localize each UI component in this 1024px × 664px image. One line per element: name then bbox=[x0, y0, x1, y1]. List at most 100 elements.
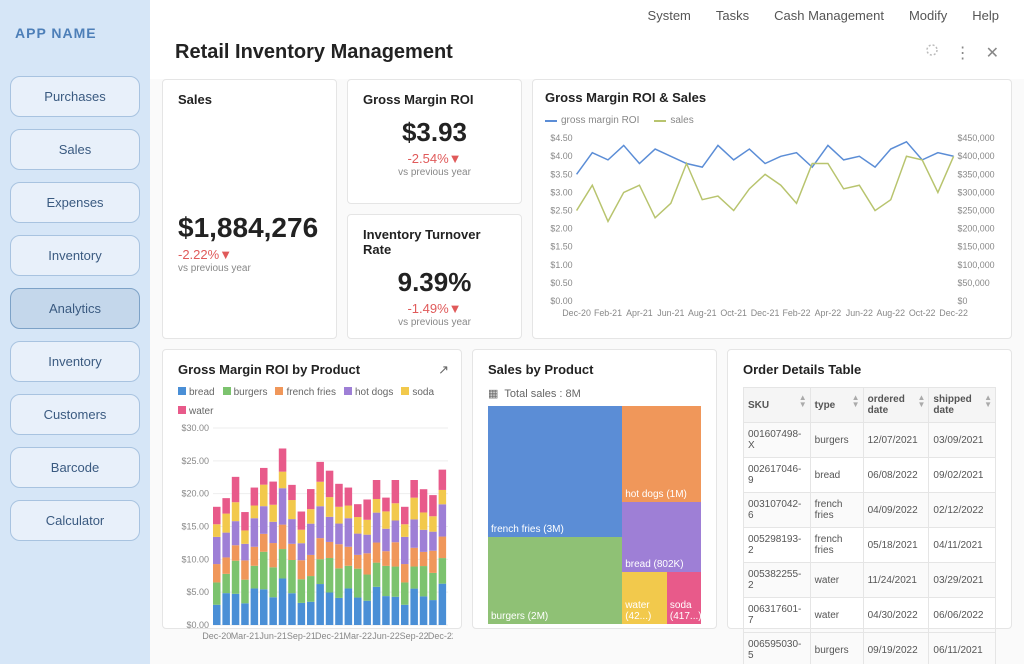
table-row[interactable]: 005382255-2water11/24/202103/29/2021 bbox=[744, 563, 996, 598]
kpi-sales-sub: vs previous year bbox=[178, 263, 321, 274]
table-row[interactable]: 003107042-6french fries04/09/202202/12/2… bbox=[744, 493, 996, 528]
topbar-modify[interactable]: Modify bbox=[909, 8, 947, 23]
svg-text:$5.00: $5.00 bbox=[186, 587, 209, 597]
kpi-gmroi-card: Gross Margin ROI $3.93 -2.54%▼ vs previo… bbox=[347, 79, 522, 204]
svg-text:$25.00: $25.00 bbox=[181, 456, 209, 466]
kpi-gmroi-delta: -2.54%▼ bbox=[363, 151, 506, 166]
svg-text:$15.00: $15.00 bbox=[181, 522, 209, 532]
gmroi-sales-chart: $0.00$0.50$1.00$1.50$2.00$2.50$3.00$3.50… bbox=[545, 132, 999, 322]
expand-icon[interactable]: ↗ bbox=[438, 362, 449, 378]
svg-text:Dec-21: Dec-21 bbox=[315, 631, 344, 641]
sidebar-item-expenses[interactable]: Expenses bbox=[10, 182, 140, 223]
svg-text:$20.00: $20.00 bbox=[181, 489, 209, 499]
table-row[interactable]: 006595030-5burgers09/19/202206/11/2021 bbox=[744, 633, 996, 664]
svg-text:Feb-21: Feb-21 bbox=[594, 308, 622, 318]
sidebar-item-analytics[interactable]: Analytics bbox=[10, 288, 140, 329]
svg-text:Jun-22: Jun-22 bbox=[846, 308, 873, 318]
svg-text:$4.50: $4.50 bbox=[550, 133, 572, 143]
order-details-card: Order Details Table SKU▲▼type▲▼ordered d… bbox=[727, 349, 1012, 629]
sidebar-item-barcode[interactable]: Barcode bbox=[10, 447, 140, 488]
col-ordered-date[interactable]: ordered date▲▼ bbox=[863, 388, 929, 423]
svg-text:Dec-20: Dec-20 bbox=[562, 308, 591, 318]
svg-text:Mar-22: Mar-22 bbox=[344, 631, 373, 641]
treemap-burgers[interactable]: burgers (2M) bbox=[488, 537, 622, 624]
kpi-sales-delta: -2.22%▼ bbox=[178, 247, 321, 262]
svg-text:$250,000: $250,000 bbox=[958, 206, 995, 216]
svg-text:$0.00: $0.00 bbox=[550, 296, 572, 306]
sidebar-item-sales[interactable]: Sales bbox=[10, 129, 140, 170]
col-type[interactable]: type▲▼ bbox=[810, 388, 863, 423]
legend-french-fries: french fries bbox=[275, 387, 335, 398]
header-actions: ⋮ ✕ bbox=[924, 42, 999, 63]
svg-text:$50,000: $50,000 bbox=[958, 278, 990, 288]
svg-text:Oct-22: Oct-22 bbox=[909, 308, 936, 318]
svg-text:Jun-21: Jun-21 bbox=[259, 631, 287, 641]
roi-bar-chart: $0.00 $5.00 $10.00 $15.00 $20.00 $25.00 $30.00… bbox=[178, 423, 453, 643]
svg-text:Sep-22: Sep-22 bbox=[400, 631, 429, 641]
svg-text:Mar-21: Mar-21 bbox=[231, 631, 260, 641]
table-row[interactable]: 005298193-2french fries05/18/202104/11/2… bbox=[744, 528, 996, 563]
treemap-bread[interactable]: bread (802K) bbox=[622, 502, 701, 572]
topbar-cash-management[interactable]: Cash Management bbox=[774, 8, 884, 23]
svg-text:$30.00: $30.00 bbox=[181, 423, 209, 433]
svg-text:$10.00: $10.00 bbox=[181, 554, 209, 564]
sales-by-product-title: Sales by Product bbox=[488, 362, 701, 377]
svg-text:$3.00: $3.00 bbox=[550, 187, 572, 197]
treemap-hot-dogs[interactable]: hot dogs (1M) bbox=[622, 406, 701, 502]
more-icon[interactable]: ⋮ bbox=[955, 43, 971, 63]
svg-text:Dec-22: Dec-22 bbox=[428, 631, 453, 641]
treemap-soda[interactable]: soda (417...) bbox=[667, 572, 701, 624]
table-row[interactable]: 001607498-Xburgers12/07/202103/09/2021 bbox=[744, 423, 996, 458]
kpi-turnover-sub: vs previous year bbox=[363, 317, 506, 328]
gmroi-sales-legend: gross margin ROI sales bbox=[545, 115, 999, 126]
col-shipped-date[interactable]: shipped date▲▼ bbox=[929, 388, 996, 423]
legend-sales: sales bbox=[654, 115, 693, 126]
gmroi-sales-chart-card: Gross Margin ROI & Sales gross margin RO… bbox=[532, 79, 1012, 339]
svg-text:$400,000: $400,000 bbox=[958, 151, 995, 161]
treemap-french-fries[interactable]: french fries (3M) bbox=[488, 406, 622, 537]
svg-text:$0: $0 bbox=[958, 296, 968, 306]
svg-text:$2.00: $2.00 bbox=[550, 224, 572, 234]
table-row[interactable]: 002617046-9bread06/08/202209/02/2021 bbox=[744, 458, 996, 493]
svg-text:Aug-21: Aug-21 bbox=[688, 308, 717, 318]
sidebar-item-purchases[interactable]: Purchases bbox=[10, 76, 140, 117]
svg-text:$100,000: $100,000 bbox=[958, 260, 995, 270]
svg-text:$3.50: $3.50 bbox=[550, 169, 572, 179]
kpi-turnover-card: Inventory Turnover Rate 9.39% -1.49%▼ vs… bbox=[347, 214, 522, 339]
svg-text:Oct-21: Oct-21 bbox=[720, 308, 747, 318]
topbar-tasks[interactable]: Tasks bbox=[716, 8, 749, 23]
order-details-title: Order Details Table bbox=[743, 362, 996, 377]
topbar: System Tasks Cash Management Modify Help bbox=[150, 0, 1024, 31]
treemap: french fries (3M)burgers (2M)hot dogs (1… bbox=[488, 406, 701, 624]
sidebar-item-calculator[interactable]: Calculator bbox=[10, 500, 140, 541]
topbar-help[interactable]: Help bbox=[972, 8, 999, 23]
treemap-water[interactable]: water (42...) bbox=[622, 572, 667, 624]
svg-text:$200,000: $200,000 bbox=[958, 224, 995, 234]
svg-text:$0.00: $0.00 bbox=[186, 620, 209, 630]
svg-text:$0.50: $0.50 bbox=[550, 278, 572, 288]
kpi-sales-value: $1,884,276 bbox=[178, 212, 321, 244]
sidebar-item-inventory[interactable]: Inventory bbox=[10, 341, 140, 382]
kpi-sales-title: Sales bbox=[178, 92, 321, 107]
refresh-icon[interactable] bbox=[924, 42, 940, 63]
svg-text:$4.00: $4.00 bbox=[550, 151, 572, 161]
order-details-table: SKU▲▼type▲▼ordered date▲▼shipped date▲▼ … bbox=[743, 387, 996, 664]
topbar-system[interactable]: System bbox=[648, 8, 691, 23]
legend-gross-margin-ROI: gross margin ROI bbox=[545, 115, 639, 126]
svg-text:Feb-22: Feb-22 bbox=[782, 308, 810, 318]
svg-text:Sep-21: Sep-21 bbox=[287, 631, 316, 641]
sidebar-item-inventory[interactable]: Inventory bbox=[10, 235, 140, 276]
roi-by-product-card: Gross Margin ROI by Product ↗ breadburge… bbox=[162, 349, 462, 629]
close-icon[interactable]: ✕ bbox=[986, 43, 999, 63]
kpi-turnover-title: Inventory Turnover Rate bbox=[363, 227, 506, 257]
sidebar-item-customers[interactable]: Customers bbox=[10, 394, 140, 435]
kpi-gmroi-title: Gross Margin ROI bbox=[363, 92, 506, 107]
table-row[interactable]: 006317601-7water04/30/202206/06/2022 bbox=[744, 598, 996, 633]
roi-legend: breadburgersfrench frieshot dogssodawate… bbox=[178, 387, 446, 417]
col-SKU[interactable]: SKU▲▼ bbox=[744, 388, 811, 423]
svg-text:$1.00: $1.00 bbox=[550, 260, 572, 270]
svg-text:Apr-21: Apr-21 bbox=[626, 308, 653, 318]
svg-text:Apr-22: Apr-22 bbox=[815, 308, 842, 318]
main: SystemTasksCash ManagementModifyHelp Ret… bbox=[150, 0, 1024, 664]
svg-text:Aug-22: Aug-22 bbox=[876, 308, 905, 318]
